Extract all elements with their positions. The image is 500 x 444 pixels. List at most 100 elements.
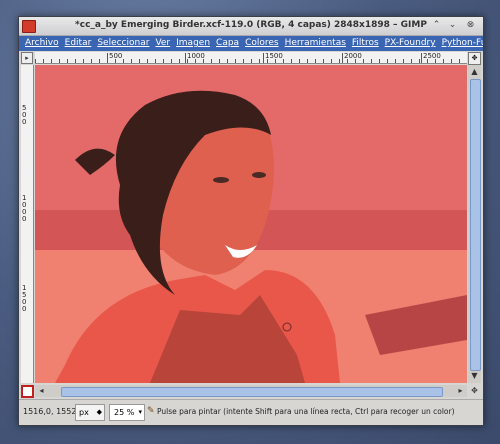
ruler-minor-tick	[107, 59, 108, 63]
ruler-tick	[421, 53, 422, 63]
ruler-minor-tick	[315, 59, 316, 63]
ruler-minor-tick	[355, 59, 356, 63]
menu-item-capa[interactable]: Capa	[216, 36, 239, 51]
ruler-minor-tick	[187, 59, 188, 63]
horizontal-ruler[interactable]: 500 1000 1500 2000 2500	[35, 52, 467, 64]
vertical-ruler[interactable]: 500 1000 1500	[21, 65, 34, 383]
ruler-minor-tick	[387, 59, 388, 63]
ruler-minor-tick	[99, 59, 100, 63]
ruler-minor-tick	[275, 59, 276, 63]
ruler-minor-tick	[411, 59, 412, 63]
ruler-minor-tick	[419, 59, 420, 63]
chevron-down-icon: ◆	[96, 408, 102, 416]
scroll-up-icon[interactable]: ▲	[469, 66, 480, 77]
menu-item-editar[interactable]: Editar	[65, 36, 92, 51]
menu-item-px-foundry[interactable]: PX-Foundry	[385, 36, 436, 51]
ruler-minor-tick	[91, 59, 92, 63]
menu-item-python-fu[interactable]: Python-Fu	[442, 36, 483, 51]
quickmask-image	[35, 65, 467, 383]
zoom-selector[interactable]: 25 % ▾	[109, 404, 145, 421]
navigate-icon[interactable]: ✥	[468, 52, 481, 65]
minimize-icon[interactable]: ⌃	[431, 20, 442, 31]
maximize-icon[interactable]: ⌄	[447, 20, 458, 31]
menu-bar: Archivo Editar Seleccionar Ver Imagen Capa Col…	[19, 36, 483, 51]
ruler-minor-tick	[251, 59, 252, 63]
status-message: Pulse para pintar (intente Shift para un…	[157, 407, 455, 416]
ruler-label: 2500	[423, 52, 441, 60]
ruler-minor-tick	[139, 59, 140, 63]
menu-item-herramientas[interactable]: Herramientas	[285, 36, 346, 51]
window-title: *cc_a_by Emerging Birder.xcf-119.0 (RGB,…	[75, 20, 427, 30]
ruler-minor-tick	[283, 59, 284, 63]
ruler-minor-tick	[43, 59, 44, 63]
ruler-minor-tick	[51, 59, 52, 63]
ruler-minor-tick	[459, 59, 460, 63]
ruler-tick	[185, 53, 186, 63]
unit-value: px	[79, 408, 89, 417]
chevron-down-icon: ▾	[138, 408, 142, 416]
ruler-minor-tick	[203, 59, 204, 63]
zoom-value: 25 %	[114, 408, 135, 417]
ruler-minor-tick	[435, 59, 436, 63]
ruler-minor-tick	[371, 59, 372, 63]
bottom-scroll-row: ◂ ▸ ✥	[19, 385, 483, 398]
ruler-label: 500	[22, 104, 27, 126]
scroll-left-icon[interactable]: ◂	[36, 385, 47, 396]
ruler-tick	[263, 53, 264, 63]
vertical-scroll-thumb[interactable]	[470, 79, 481, 371]
menu-item-filtros[interactable]: Filtros	[352, 36, 379, 51]
ruler-minor-tick	[259, 59, 260, 63]
ruler-minor-tick	[379, 59, 380, 63]
ruler-minor-tick	[451, 59, 452, 63]
ruler-row: ▸ 500 1000 1500 2000 2500 ✥	[19, 52, 483, 65]
unit-selector[interactable]: px ◆	[75, 404, 105, 421]
ruler-minor-tick	[323, 59, 324, 63]
horizontal-scroll-thumb[interactable]	[61, 387, 443, 397]
pencil-icon: ✎	[147, 406, 155, 416]
scroll-down-icon[interactable]: ▼	[469, 370, 480, 381]
ruler-minor-tick	[67, 59, 68, 63]
ruler-minor-tick	[211, 59, 212, 63]
ruler-tick	[342, 53, 343, 63]
ruler-minor-tick	[339, 59, 340, 63]
gimp-image-window: *cc_a_by Emerging Birder.xcf-119.0 (RGB,…	[18, 16, 484, 426]
quickmask-toggle-icon[interactable]	[21, 385, 34, 398]
title-bar[interactable]: *cc_a_by Emerging Birder.xcf-119.0 (RGB,…	[19, 17, 483, 36]
ruler-minor-tick	[171, 59, 172, 63]
ruler-minor-tick	[163, 59, 164, 63]
ruler-minor-tick	[147, 59, 148, 63]
ruler-minor-tick	[115, 59, 116, 63]
ruler-minor-tick	[299, 59, 300, 63]
ruler-label: 1500	[22, 284, 27, 313]
ruler-label: 1000	[22, 194, 27, 223]
ruler-minor-tick	[403, 59, 404, 63]
menu-item-imagen[interactable]: Imagen	[176, 36, 210, 51]
menu-item-ver[interactable]: Ver	[155, 36, 170, 51]
ruler-minor-tick	[331, 59, 332, 63]
ruler-minor-tick	[267, 59, 268, 63]
ruler-minor-tick	[179, 59, 180, 63]
menu-item-colores[interactable]: Colores	[245, 36, 279, 51]
ruler-minor-tick	[235, 59, 236, 63]
ruler-minor-tick	[227, 59, 228, 63]
ruler-minor-tick	[243, 59, 244, 63]
ruler-minor-tick	[395, 59, 396, 63]
image-canvas[interactable]	[35, 65, 467, 383]
ruler-minor-tick	[363, 59, 364, 63]
menu-item-seleccionar[interactable]: Seleccionar	[97, 36, 149, 51]
ruler-minor-tick	[123, 59, 124, 63]
scroll-right-icon[interactable]: ▸	[455, 385, 466, 396]
status-bar: 1516,0, 1552,0 px ◆ 25 % ▾ ✎ Pulse para …	[19, 399, 483, 425]
ruler-minor-tick	[219, 59, 220, 63]
horizontal-scrollbar[interactable]: ◂ ▸	[35, 385, 467, 397]
zoom-fit-icon[interactable]: ✥	[469, 385, 480, 396]
close-icon[interactable]: ⊗	[465, 20, 476, 31]
ruler-minor-tick	[59, 59, 60, 63]
ruler-corner-icon[interactable]: ▸	[21, 52, 33, 64]
ruler-minor-tick	[427, 59, 428, 63]
ruler-minor-tick	[291, 59, 292, 63]
ruler-minor-tick	[443, 59, 444, 63]
menu-item-archivo[interactable]: Archivo	[25, 36, 59, 51]
vertical-scrollbar[interactable]: ▲ ▼	[468, 65, 481, 383]
ruler-minor-tick	[35, 59, 36, 63]
